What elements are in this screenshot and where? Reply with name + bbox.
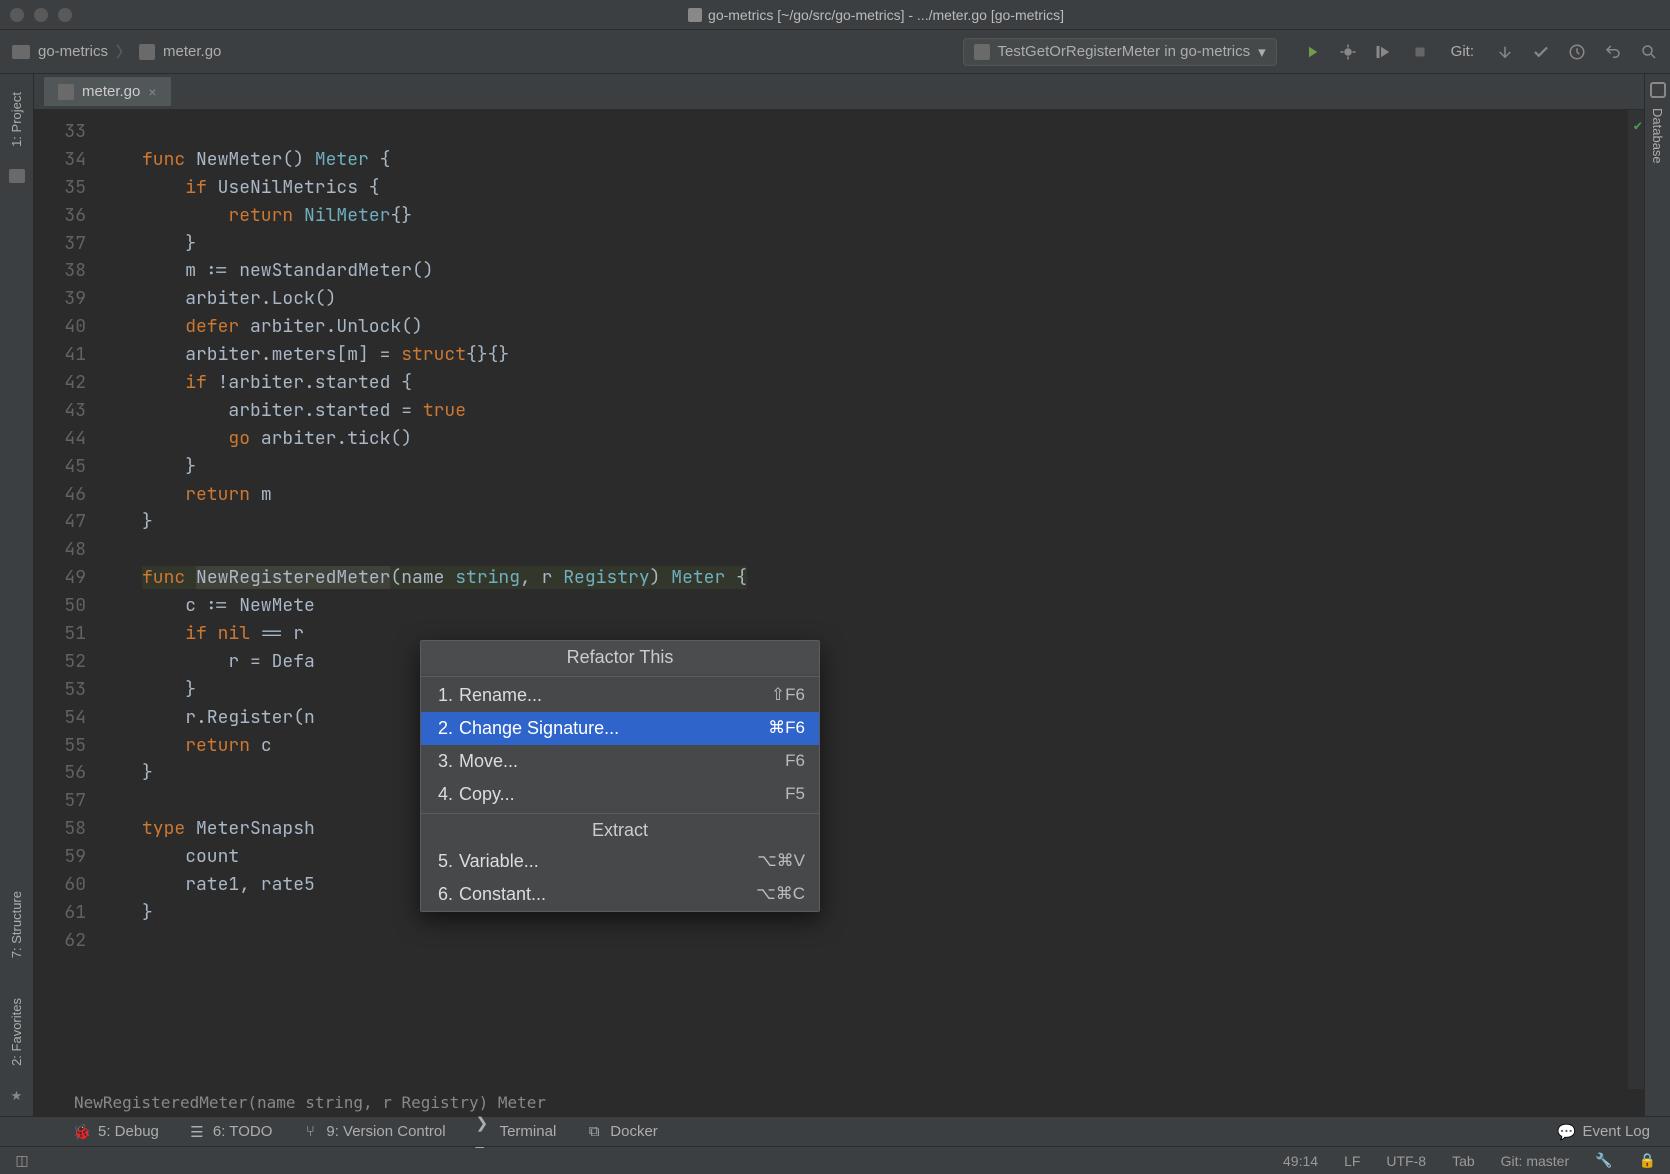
close-window-icon[interactable] (10, 8, 24, 22)
file-icon (688, 8, 702, 22)
code-area[interactable]: func NewMeter() Meter { if UseNilMetrics… (134, 110, 1628, 1089)
refactor-this-popup: Refactor This 1.Rename...⇧F62.Change Sig… (420, 640, 820, 912)
window-title: go-metrics [~/go/src/go-metrics] - .../m… (708, 7, 1064, 23)
window-controls (10, 8, 72, 22)
stop-button[interactable] (1411, 43, 1429, 61)
search-everywhere-button[interactable] (1640, 43, 1658, 61)
folder-icon (12, 45, 30, 59)
debug-button[interactable] (1339, 43, 1357, 61)
speech-bubble-icon: 💬 (1558, 1124, 1574, 1140)
popup-item-copy[interactable]: 4.Copy...F5 (421, 778, 819, 811)
run-config-label: TestGetOrRegisterMeter in go-metrics (998, 43, 1251, 60)
coverage-button[interactable] (1375, 43, 1393, 61)
toolwindow-project[interactable]: 1: Project (7, 82, 26, 157)
line-number-gutter: 3334353637383940414243444546474849505152… (34, 110, 104, 1089)
line-separator[interactable]: LF (1344, 1153, 1360, 1169)
bug-icon: 🐞 (74, 1124, 90, 1140)
branch-icon: ⑂ (302, 1124, 318, 1140)
minimize-window-icon[interactable] (34, 8, 48, 22)
popup-item-rename[interactable]: 1.Rename...⇧F6 (421, 679, 819, 712)
toolwindow-database[interactable]: Database (1648, 98, 1667, 174)
toolwindow-eventlog[interactable]: 💬 Event Log (1558, 1123, 1650, 1140)
code-editor[interactable]: 3334353637383940414243444546474849505152… (34, 110, 1644, 1089)
toolwindow-docker[interactable]: ⧉ Docker (586, 1123, 658, 1140)
caret-position[interactable]: 49:14 (1283, 1153, 1318, 1169)
folder-icon (9, 169, 25, 183)
breadcrumb: go-metrics 〉 meter.go (12, 41, 221, 62)
run-button[interactable] (1303, 43, 1321, 61)
editor-breadcrumb[interactable]: NewRegisteredMeter(name string, r Regist… (34, 1089, 1644, 1116)
bottom-toolwindow-bar: 🐞 5: Debug ☰ 6: TODO ⑂ 9: Version Contro… (0, 1116, 1670, 1146)
git-branch[interactable]: Git: master (1501, 1153, 1569, 1169)
lock-icon[interactable]: 🔒 (1639, 1152, 1656, 1169)
toolwindow-debug[interactable]: 🐞 5: Debug (74, 1123, 159, 1140)
status-bar: ◫ 49:14 LF UTF-8 Tab Git: master 🔧 🔒 (0, 1146, 1670, 1174)
editor-tab[interactable]: meter.go × (44, 77, 171, 106)
go-test-icon (974, 44, 990, 60)
git-label: Git: (1451, 43, 1474, 60)
wrench-icon[interactable]: 🔧 (1595, 1152, 1612, 1169)
toolwindow-structure[interactable]: 7: Structure (7, 881, 26, 968)
toolwindows-toggle-icon[interactable]: ◫ (14, 1153, 30, 1169)
toolwindow-favorites[interactable]: 2: Favorites (7, 988, 26, 1076)
go-file-icon (139, 44, 155, 60)
popup-section-header: Extract (421, 816, 819, 845)
breadcrumb-file[interactable]: meter.go (163, 43, 221, 60)
star-icon: ★ (11, 1088, 23, 1104)
go-file-icon (58, 84, 74, 100)
breadcrumb-project[interactable]: go-metrics (38, 43, 108, 60)
titlebar: go-metrics [~/go/src/go-metrics] - .../m… (0, 0, 1670, 30)
chevron-right-icon: 〉 (116, 41, 131, 62)
zoom-window-icon[interactable] (58, 8, 72, 22)
vcs-commit-button[interactable] (1532, 43, 1550, 61)
close-icon[interactable]: × (148, 84, 156, 100)
fold-gutter (104, 110, 134, 1089)
popup-item-change-signature[interactable]: 2.Change Signature...⌘F6 (421, 712, 819, 745)
toolwindow-terminal[interactable]: ❯_ Terminal (476, 1123, 557, 1140)
inspection-ok-icon: ✔ (1634, 116, 1642, 138)
vcs-update-button[interactable] (1496, 43, 1514, 61)
left-toolwindow-bar: 1: Project 7: Structure 2: Favorites ★ (0, 74, 34, 1116)
vcs-history-button[interactable] (1568, 43, 1586, 61)
popup-item-variable[interactable]: 5.Variable...⌥⌘V (421, 845, 819, 878)
file-encoding[interactable]: UTF-8 (1386, 1153, 1426, 1169)
error-stripe[interactable]: ✔ (1628, 110, 1644, 1089)
terminal-icon: ❯_ (476, 1124, 492, 1140)
toolwindow-todo[interactable]: ☰ 6: TODO (189, 1123, 272, 1140)
popup-item-constant[interactable]: 6.Constant...⌥⌘C (421, 878, 819, 911)
list-icon: ☰ (189, 1124, 205, 1140)
indent-setting[interactable]: Tab (1452, 1153, 1475, 1169)
run-configuration-dropdown[interactable]: TestGetOrRegisterMeter in go-metrics ▾ (963, 38, 1277, 66)
popup-item-move[interactable]: 3.Move...F6 (421, 745, 819, 778)
navigation-bar: go-metrics 〉 meter.go TestGetOrRegisterM… (0, 30, 1670, 74)
vcs-revert-button[interactable] (1604, 43, 1622, 61)
editor-tab-bar: meter.go × (34, 74, 1644, 110)
toolwindow-vcs[interactable]: ⑂ 9: Version Control (302, 1123, 445, 1140)
database-icon (1650, 82, 1666, 98)
right-toolwindow-bar: Database (1644, 74, 1670, 1116)
docker-icon: ⧉ (586, 1124, 602, 1140)
tab-label: meter.go (82, 83, 140, 100)
popup-title: Refactor This (421, 641, 819, 674)
chevron-down-icon: ▾ (1258, 43, 1266, 61)
